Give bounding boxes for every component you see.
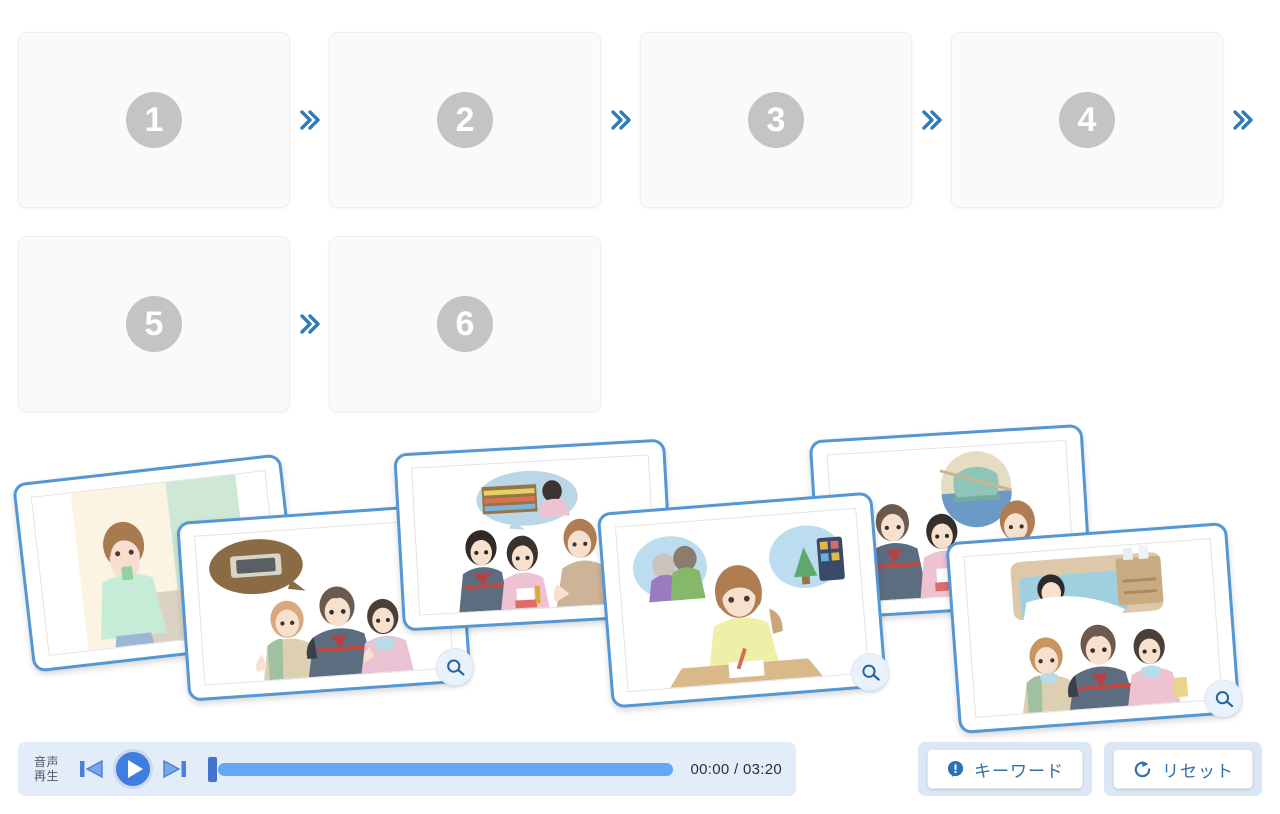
card-illustration (964, 539, 1222, 717)
reset-button-label: リセット (1162, 761, 1234, 781)
double-chevron-right-icon (1223, 107, 1262, 133)
magnifier-icon[interactable] (1203, 678, 1244, 719)
sequence-slot-3[interactable]: 3 (640, 32, 912, 208)
audio-player-label-line2: 再生 (34, 769, 60, 783)
slot-number-badge: 4 (1059, 92, 1115, 148)
skip-previous-icon[interactable] (76, 754, 106, 784)
sequence-row-2: 5 6 (18, 222, 1266, 426)
slot-number-badge: 5 (126, 296, 182, 352)
double-chevron-right-icon (290, 107, 329, 133)
skip-next-icon[interactable] (160, 754, 190, 784)
play-circle-icon[interactable] (112, 748, 154, 790)
reset-button-pad: リセット (1104, 742, 1262, 796)
magnifier-icon[interactable] (434, 646, 476, 688)
sequence-slot-6[interactable]: 6 (329, 236, 601, 412)
audio-player-bar: 音声 再生 00:00 / 03:20 (18, 742, 796, 796)
slot-number-badge: 6 (437, 296, 493, 352)
card-illustration (615, 508, 869, 692)
keyword-button[interactable]: キーワード (927, 749, 1083, 789)
double-chevron-right-icon (601, 107, 640, 133)
card-image-frame (614, 507, 870, 693)
reset-button[interactable]: リセット (1113, 749, 1253, 789)
card-tray (0, 420, 1280, 740)
keyword-button-pad: キーワード (918, 742, 1092, 796)
transport-controls (76, 748, 190, 790)
action-buttons: キーワード リセット (918, 742, 1262, 796)
slot-number-badge: 1 (126, 92, 182, 148)
progress-thumb[interactable] (208, 757, 217, 782)
sequence-slot-1[interactable]: 1 (18, 32, 290, 208)
audio-progress-slider[interactable] (208, 754, 673, 784)
progress-track[interactable] (218, 762, 673, 776)
audio-player-label: 音声 再生 (34, 755, 64, 783)
refresh-icon (1132, 759, 1153, 780)
sequence-slot-4[interactable]: 4 (951, 32, 1223, 208)
slot-number-badge: 2 (437, 92, 493, 148)
story-card[interactable] (596, 491, 891, 709)
story-sequencing-page: 1 2 3 4 5 6 音声 再生 00:00 / 03:20 キーワード リセ… (0, 0, 1280, 814)
double-chevron-right-icon (290, 311, 329, 337)
audio-time-display: 00:00 / 03:20 (690, 760, 782, 778)
sequence-slot-5[interactable]: 5 (18, 236, 290, 412)
exclamation-bubble-icon (946, 760, 965, 779)
audio-player-label-line1: 音声 (34, 755, 60, 769)
slot-number-badge: 3 (748, 92, 804, 148)
magnifier-icon[interactable] (849, 651, 891, 693)
story-card[interactable] (945, 521, 1244, 735)
sequence-row-1: 1 2 3 4 (18, 18, 1266, 222)
double-chevron-right-icon (912, 107, 951, 133)
sequence-slot-2[interactable]: 2 (329, 32, 601, 208)
keyword-button-label: キーワード (974, 761, 1064, 781)
card-image-frame (963, 538, 1223, 718)
sequence-slot-area: 1 2 3 4 5 6 (0, 0, 1280, 420)
